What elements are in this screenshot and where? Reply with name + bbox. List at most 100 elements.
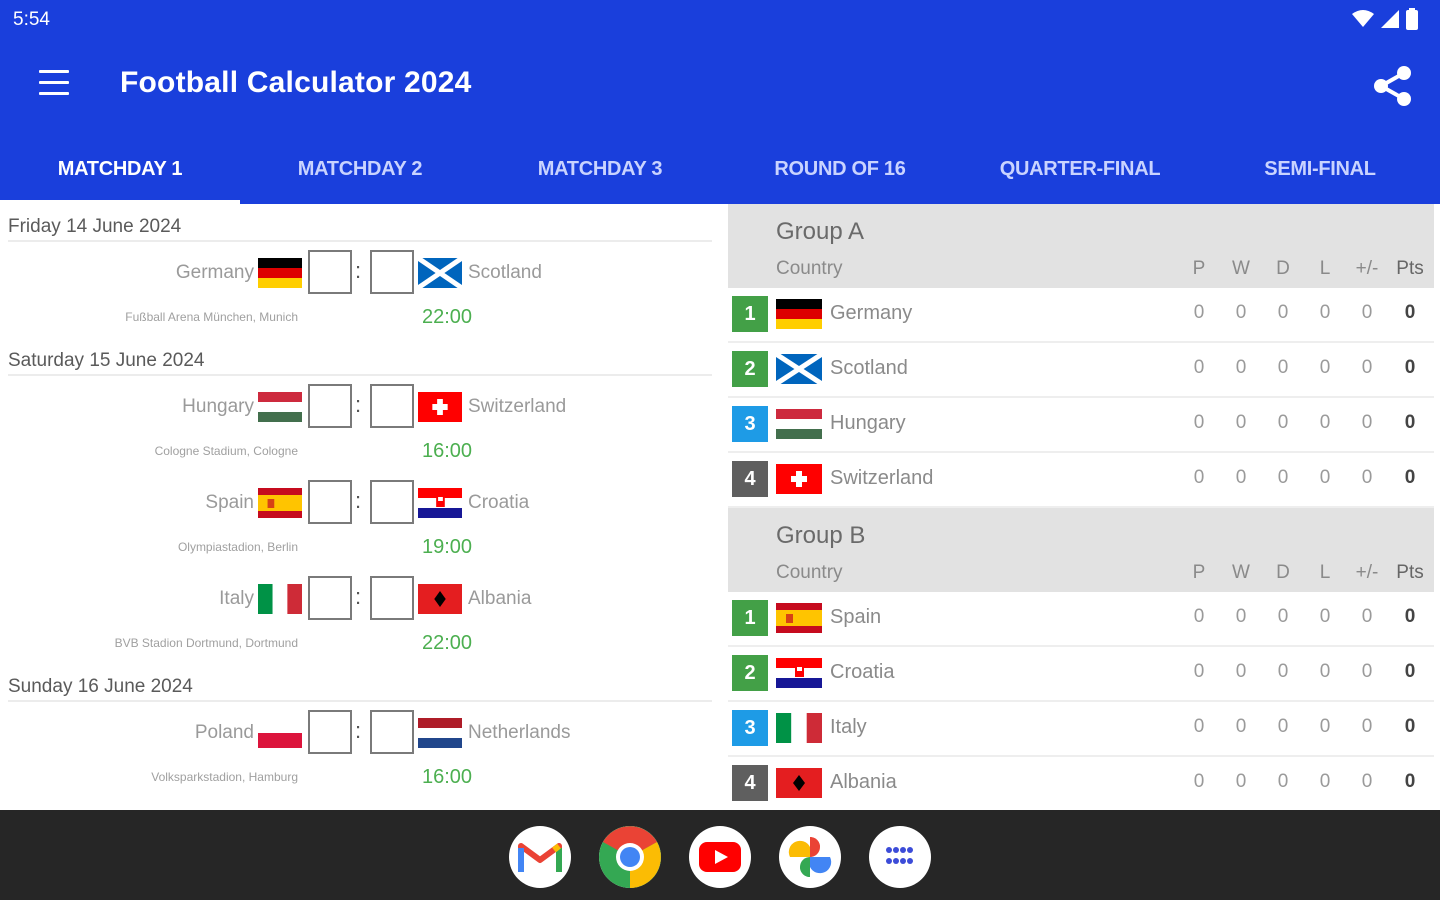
- photos-icon[interactable]: [779, 826, 841, 888]
- matches-list[interactable]: Friday 14 June 2024 Germany: Scotland Fußba…: [0, 204, 720, 810]
- stat-cell: 0: [1277, 606, 1289, 627]
- column-header-d: D: [1276, 258, 1290, 279]
- position-badge: 1: [732, 296, 768, 332]
- stat-cell: 0: [1319, 771, 1331, 792]
- tab-round-of-16[interactable]: ROUND OF 16: [720, 138, 960, 204]
- tab-matchday-1[interactable]: MATCHDAY 1: [0, 138, 240, 204]
- stat-cell: 0: [1193, 412, 1205, 433]
- column-header-l: L: [1319, 562, 1331, 583]
- home-score-input[interactable]: [308, 250, 352, 294]
- chrome-icon[interactable]: [599, 826, 661, 888]
- flag-germany-icon: [258, 258, 302, 288]
- standings-row[interactable]: 1 Spain 0 0 0 0 0 0: [728, 592, 1434, 647]
- youtube-icon[interactable]: [689, 826, 751, 888]
- flag-italy-icon: [258, 584, 302, 614]
- column-header-w: W: [1232, 562, 1250, 583]
- gmail-icon[interactable]: [509, 826, 571, 888]
- position-badge: 4: [732, 765, 768, 801]
- home-team-name: Spain: [205, 492, 254, 513]
- stat-cell: 0: [1235, 357, 1247, 378]
- match-time: 19:00: [422, 536, 473, 558]
- away-score-input[interactable]: [370, 576, 414, 620]
- flag-netherlands-icon: [418, 718, 462, 748]
- home-team-name: Hungary: [182, 396, 254, 417]
- away-score-input[interactable]: [370, 480, 414, 524]
- team-name: Germany: [830, 302, 913, 324]
- stat-cell: 0: [1361, 412, 1373, 433]
- stat-cell: 0: [1235, 606, 1247, 627]
- home-score-input[interactable]: [308, 480, 352, 524]
- column-header--: +/-: [1355, 562, 1379, 583]
- away-score-input[interactable]: [370, 710, 414, 754]
- status-time: 5:54: [13, 9, 50, 30]
- team-name: Croatia: [830, 661, 895, 683]
- away-team-name: Scotland: [468, 262, 542, 283]
- home-score-input[interactable]: [308, 576, 352, 620]
- stat-cell: 0: [1277, 771, 1289, 792]
- away-team-name: Albania: [468, 588, 532, 609]
- flag-switzerland-icon: [776, 464, 822, 494]
- menu-icon[interactable]: [36, 70, 72, 100]
- group-header: Group B Country P W D L +/- Pts: [728, 508, 1434, 592]
- position-badge: 3: [732, 710, 768, 746]
- stat-cell: 0: [1361, 606, 1373, 627]
- standings-row[interactable]: 1 Germany 0 0 0 0 0 0: [728, 288, 1434, 343]
- score-separator: :: [355, 488, 362, 513]
- app-bar: 5:54 Football Calculator 2024 MATCHDAY 1…: [0, 0, 1440, 204]
- position-badge: 2: [732, 351, 768, 387]
- standings-row[interactable]: 4 Albania 0 0 0 0 0 0: [728, 757, 1434, 810]
- stat-cell: 0: [1235, 302, 1247, 323]
- group-header: Group A Country P W D L +/- Pts: [728, 204, 1434, 288]
- match-time: 16:00: [422, 440, 473, 462]
- flag-italy-icon: [776, 713, 822, 743]
- share-icon[interactable]: [1370, 64, 1414, 108]
- tab-matchday-2[interactable]: MATCHDAY 2: [240, 138, 480, 204]
- stat-cell: 0: [1193, 357, 1205, 378]
- stat-cell: 0: [1193, 302, 1205, 323]
- day-header: Sunday 16 June 2024: [8, 664, 712, 702]
- home-team-name: Poland: [194, 722, 254, 743]
- standings-row[interactable]: 3 Hungary 0 0 0 0 0 0: [728, 398, 1434, 453]
- tab-quarter-final[interactable]: QUARTER-FINAL: [960, 138, 1200, 204]
- stat-cell: 0: [1361, 467, 1373, 488]
- stat-cell: 0: [1361, 716, 1373, 737]
- score-separator: :: [355, 718, 362, 743]
- day-header: Friday 14 June 2024: [8, 204, 712, 242]
- flag-albania-icon: [418, 584, 462, 614]
- tab-matchday-3[interactable]: MATCHDAY 3: [480, 138, 720, 204]
- home-score-input[interactable]: [308, 384, 352, 428]
- standings-row[interactable]: 2 Scotland 0 0 0 0 0 0: [728, 343, 1434, 398]
- stat-cell: 0: [1277, 716, 1289, 737]
- toolbar: Football Calculator 2024: [0, 40, 1440, 132]
- away-score-input[interactable]: [370, 384, 414, 428]
- column-header-pts: Pts: [1396, 258, 1424, 279]
- apps-icon[interactable]: [869, 826, 931, 888]
- team-name: Albania: [830, 771, 897, 793]
- stat-cell: 0: [1277, 357, 1289, 378]
- stat-cell: 0: [1277, 302, 1289, 323]
- column-header-w: W: [1232, 258, 1250, 279]
- battery-icon: [1406, 8, 1418, 30]
- stat-cell: 0: [1319, 357, 1331, 378]
- stat-cell: 0: [1319, 606, 1331, 627]
- score-separator: :: [355, 392, 362, 417]
- cell-signal-icon: [1381, 10, 1399, 28]
- status-bar: 5:54: [0, 0, 1440, 40]
- match-row: Germany: Scotland Fußball Arena München, M…: [0, 242, 720, 338]
- standings-row[interactable]: 3 Italy 0 0 0 0 0 0: [728, 702, 1434, 757]
- tab-semi-final[interactable]: SEMI-FINAL: [1200, 138, 1440, 204]
- match-row: Hungary: Switzerland Cologne Stadium, Colo…: [0, 376, 720, 472]
- match-venue: Fußball Arena München, Munich: [125, 310, 298, 324]
- flag-spain-icon: [776, 603, 822, 633]
- stat-cell: 0: [1361, 357, 1373, 378]
- stat-cell: 0: [1319, 661, 1331, 682]
- home-score-input[interactable]: [308, 710, 352, 754]
- stat-cell: 0: [1319, 412, 1331, 433]
- position-badge: 4: [732, 461, 768, 497]
- standings-row[interactable]: 4 Switzerland 0 0 0 0 0 0: [728, 453, 1434, 508]
- standings-table[interactable]: Group A Country P W D L +/- Pts 1 Germany 0 0 0 0 0 0 2 S…: [728, 204, 1434, 810]
- standings-row[interactable]: 2 Croatia 0 0 0 0 0 0: [728, 647, 1434, 702]
- match-venue: Cologne Stadium, Cologne: [154, 444, 298, 458]
- away-score-input[interactable]: [370, 250, 414, 294]
- stat-cell: 0: [1193, 716, 1205, 737]
